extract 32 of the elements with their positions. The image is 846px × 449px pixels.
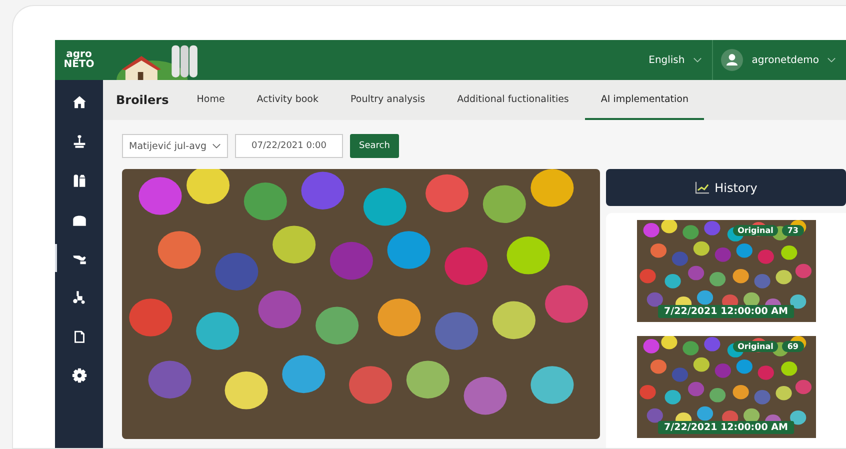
settings-icon	[70, 366, 88, 384]
logo-text: agro	[66, 50, 92, 60]
line-chart-icon	[694, 181, 710, 194]
date-badge: 7/22/2021 12:00:00 AM	[658, 421, 794, 434]
nav-tab[interactable]: Home	[180, 80, 241, 120]
search-button[interactable]: Search	[350, 134, 399, 158]
chevron-down-icon	[827, 57, 836, 63]
nav-tab[interactable]: Activity book	[240, 80, 335, 120]
chevron-down-icon	[692, 57, 702, 63]
image-type-badge: Original	[732, 341, 778, 352]
date-field[interactable]: 07/22/2021 0:00	[235, 134, 343, 158]
chevron-down-icon	[212, 143, 221, 149]
count-badge: 69	[782, 341, 804, 352]
date-badge: 7/22/2021 12:00:00 AM	[658, 305, 794, 318]
count-badge: 73	[782, 225, 804, 236]
nav-tab[interactable]: Additional fuctionalities	[441, 80, 585, 120]
photo-placeholder[interactable]	[636, 336, 816, 438]
image-type-badge: Original	[732, 225, 778, 236]
logo[interactable]: agro NETO	[55, 40, 103, 80]
logo-text: NETO	[64, 60, 94, 70]
photo-placeholder[interactable]	[636, 220, 816, 322]
user-avatar-icon[interactable]	[720, 49, 743, 71]
nav-tab[interactable]: AI implementation	[584, 80, 704, 120]
dropdown-value: Matijević jul-avg	[129, 140, 207, 152]
tractor-icon	[70, 288, 88, 306]
location-dropdown[interactable]: Matijević jul-avg	[122, 134, 228, 158]
history-button[interactable]: History	[606, 169, 846, 206]
home-icon	[70, 94, 88, 110]
section-title: Broilers	[116, 93, 169, 107]
user-menu[interactable]: agronetdemo	[752, 54, 819, 66]
nav-tab[interactable]: Poultry analysis	[334, 80, 442, 120]
language-dropdown[interactable]: English	[648, 54, 685, 66]
